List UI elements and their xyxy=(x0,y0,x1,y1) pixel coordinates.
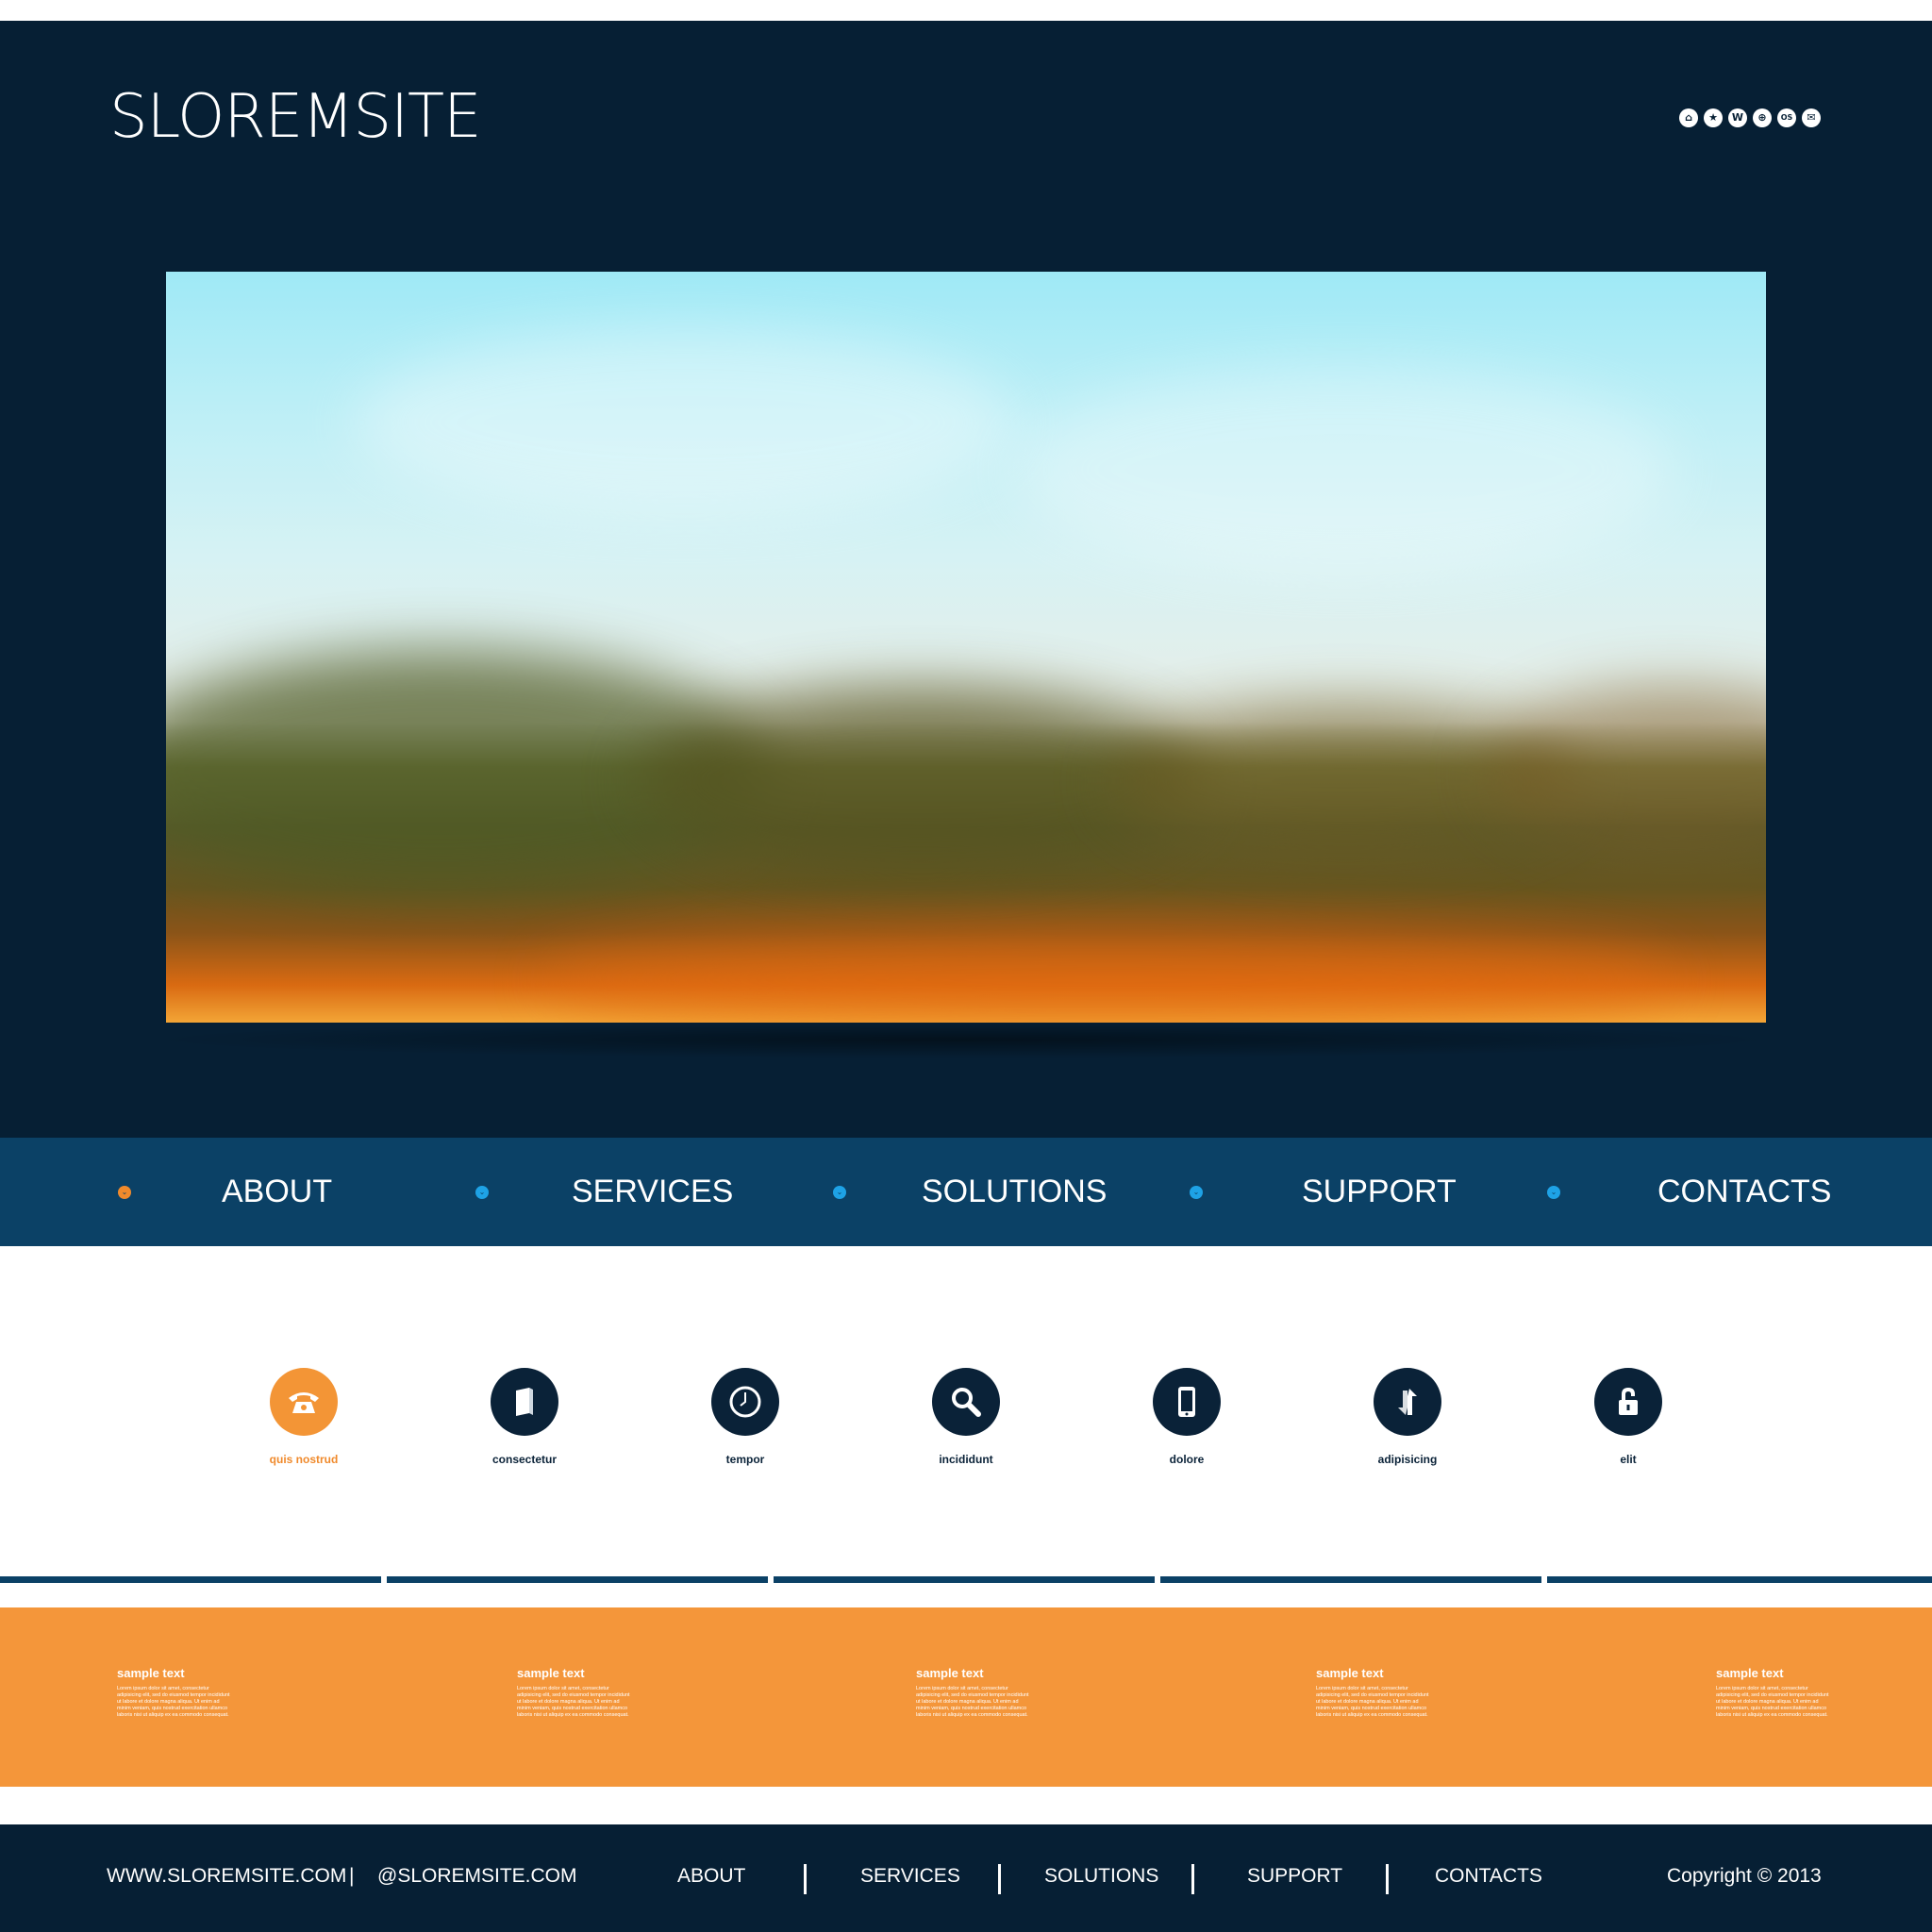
info-column: sample text Lorem ipsum dolor sit amet, … xyxy=(1316,1666,1429,1719)
info-column: sample text Lorem ipsum dolor sit amet, … xyxy=(117,1666,230,1719)
wordpress-icon[interactable]: W xyxy=(1728,108,1747,127)
footer-link-solutions[interactable]: SOLUTIONS xyxy=(1044,1866,1158,1886)
footer: WWW.SLOREMSITE.COM | @SLOREMSITE.COM ABO… xyxy=(0,1824,1932,1932)
social-icons: ⌂ ★ W ⊕ OS ✉ xyxy=(1679,108,1821,127)
info-column-body: Lorem ipsum dolor sit amet, consectetur … xyxy=(1716,1686,1829,1718)
divider xyxy=(1160,1576,1541,1583)
feature-label: elit xyxy=(1620,1453,1637,1466)
nav-item-services[interactable]: SERVICES xyxy=(572,1138,733,1246)
info-column-body: Lorem ipsum dolor sit amet, consectetur … xyxy=(1316,1686,1429,1718)
divider xyxy=(0,1576,381,1583)
star-icon[interactable]: ★ xyxy=(1704,108,1723,127)
feature-label: adipisicing xyxy=(1377,1453,1438,1466)
footer-social-handle[interactable]: @SLOREMSITE.COM xyxy=(377,1866,577,1886)
footer-link-support[interactable]: SUPPORT xyxy=(1247,1866,1342,1886)
site-logo[interactable]: SLOREMSITE xyxy=(109,87,482,147)
hero-image xyxy=(166,272,1766,1023)
feature-label: quis nostrud xyxy=(269,1453,339,1466)
home-icon[interactable]: ⌂ xyxy=(1679,108,1698,127)
feature-tempor[interactable]: tempor xyxy=(670,1368,821,1466)
target-icon[interactable]: ⊕ xyxy=(1753,108,1772,127)
footer-divider xyxy=(1191,1864,1194,1894)
info-column-title: sample text xyxy=(1716,1666,1784,1680)
feature-consectetur[interactable]: consectetur xyxy=(449,1368,600,1466)
info-column-body: Lorem ipsum dolor sit amet, consectetur … xyxy=(916,1686,1029,1718)
nav-dot-about: ⌄ xyxy=(118,1186,131,1199)
footer-website-link[interactable]: WWW.SLOREMSITE.COM xyxy=(107,1866,346,1886)
info-column-title: sample text xyxy=(1316,1666,1384,1680)
feature-label: consectetur xyxy=(491,1453,558,1466)
footer-link-contacts[interactable]: CONTACTS xyxy=(1435,1866,1542,1886)
feature-incididunt[interactable]: incididunt xyxy=(891,1368,1041,1466)
book-icon xyxy=(491,1368,558,1436)
nav-item-solutions[interactable]: SOLUTIONS xyxy=(922,1138,1107,1246)
nav-item-support[interactable]: SUPPORT xyxy=(1302,1138,1457,1246)
footer-divider xyxy=(804,1864,807,1894)
divider xyxy=(387,1576,768,1583)
info-column-body: Lorem ipsum dolor sit amet, consectetur … xyxy=(117,1686,230,1718)
info-column-title: sample text xyxy=(517,1666,585,1680)
phone-icon xyxy=(270,1368,338,1436)
divider xyxy=(774,1576,1155,1583)
nav-dot-support: ⌄ xyxy=(1190,1186,1203,1199)
main-nav: ⌄ ABOUT ⌄ SERVICES ⌄ SOLUTIONS ⌄ SUPPORT… xyxy=(0,1138,1932,1246)
footer-separator: | xyxy=(349,1865,355,1887)
nav-item-about[interactable]: ABOUT xyxy=(222,1138,332,1246)
info-column-title: sample text xyxy=(916,1666,984,1680)
info-band: sample text Lorem ipsum dolor sit amet, … xyxy=(0,1607,1932,1787)
footer-divider xyxy=(1386,1864,1389,1894)
info-column: sample text Lorem ipsum dolor sit amet, … xyxy=(916,1666,1029,1719)
info-column: sample text Lorem ipsum dolor sit amet, … xyxy=(1716,1666,1829,1719)
feature-elit[interactable]: elit xyxy=(1553,1368,1704,1466)
exchange-icon xyxy=(1374,1368,1441,1436)
info-column-title: sample text xyxy=(117,1666,185,1680)
feature-label: dolore xyxy=(1169,1453,1205,1466)
search-icon xyxy=(932,1368,1000,1436)
divider xyxy=(1547,1576,1932,1583)
footer-link-about[interactable]: ABOUT xyxy=(677,1866,745,1886)
nav-dot-contacts: ⌄ xyxy=(1547,1186,1560,1199)
lock-icon xyxy=(1594,1368,1662,1436)
feature-adipisicing[interactable]: adipisicing xyxy=(1332,1368,1483,1466)
info-column-body: Lorem ipsum dolor sit amet, consectetur … xyxy=(517,1686,630,1718)
footer-divider xyxy=(998,1864,1001,1894)
hero-shadow xyxy=(142,1021,1783,1058)
nav-dot-solutions: ⌄ xyxy=(833,1186,846,1199)
header: SLOREMSITE ⌂ ★ W ⊕ OS ✉ xyxy=(0,21,1932,1138)
clock-icon xyxy=(711,1368,779,1436)
mobile-icon xyxy=(1153,1368,1221,1436)
feature-dolore[interactable]: dolore xyxy=(1111,1368,1262,1466)
feature-label: incididunt xyxy=(939,1453,993,1466)
os-icon[interactable]: OS xyxy=(1777,108,1796,127)
copyright: Copyright © 2013 xyxy=(1667,1865,1822,1887)
mail-icon[interactable]: ✉ xyxy=(1802,108,1821,127)
nav-item-contacts[interactable]: CONTACTS xyxy=(1657,1138,1831,1246)
feature-label: tempor xyxy=(725,1453,765,1466)
footer-link-services[interactable]: SERVICES xyxy=(860,1866,960,1886)
feature-quis-nostrud[interactable]: quis nostrud xyxy=(228,1368,379,1466)
info-column: sample text Lorem ipsum dolor sit amet, … xyxy=(517,1666,630,1719)
nav-dot-services: ⌄ xyxy=(475,1186,489,1199)
